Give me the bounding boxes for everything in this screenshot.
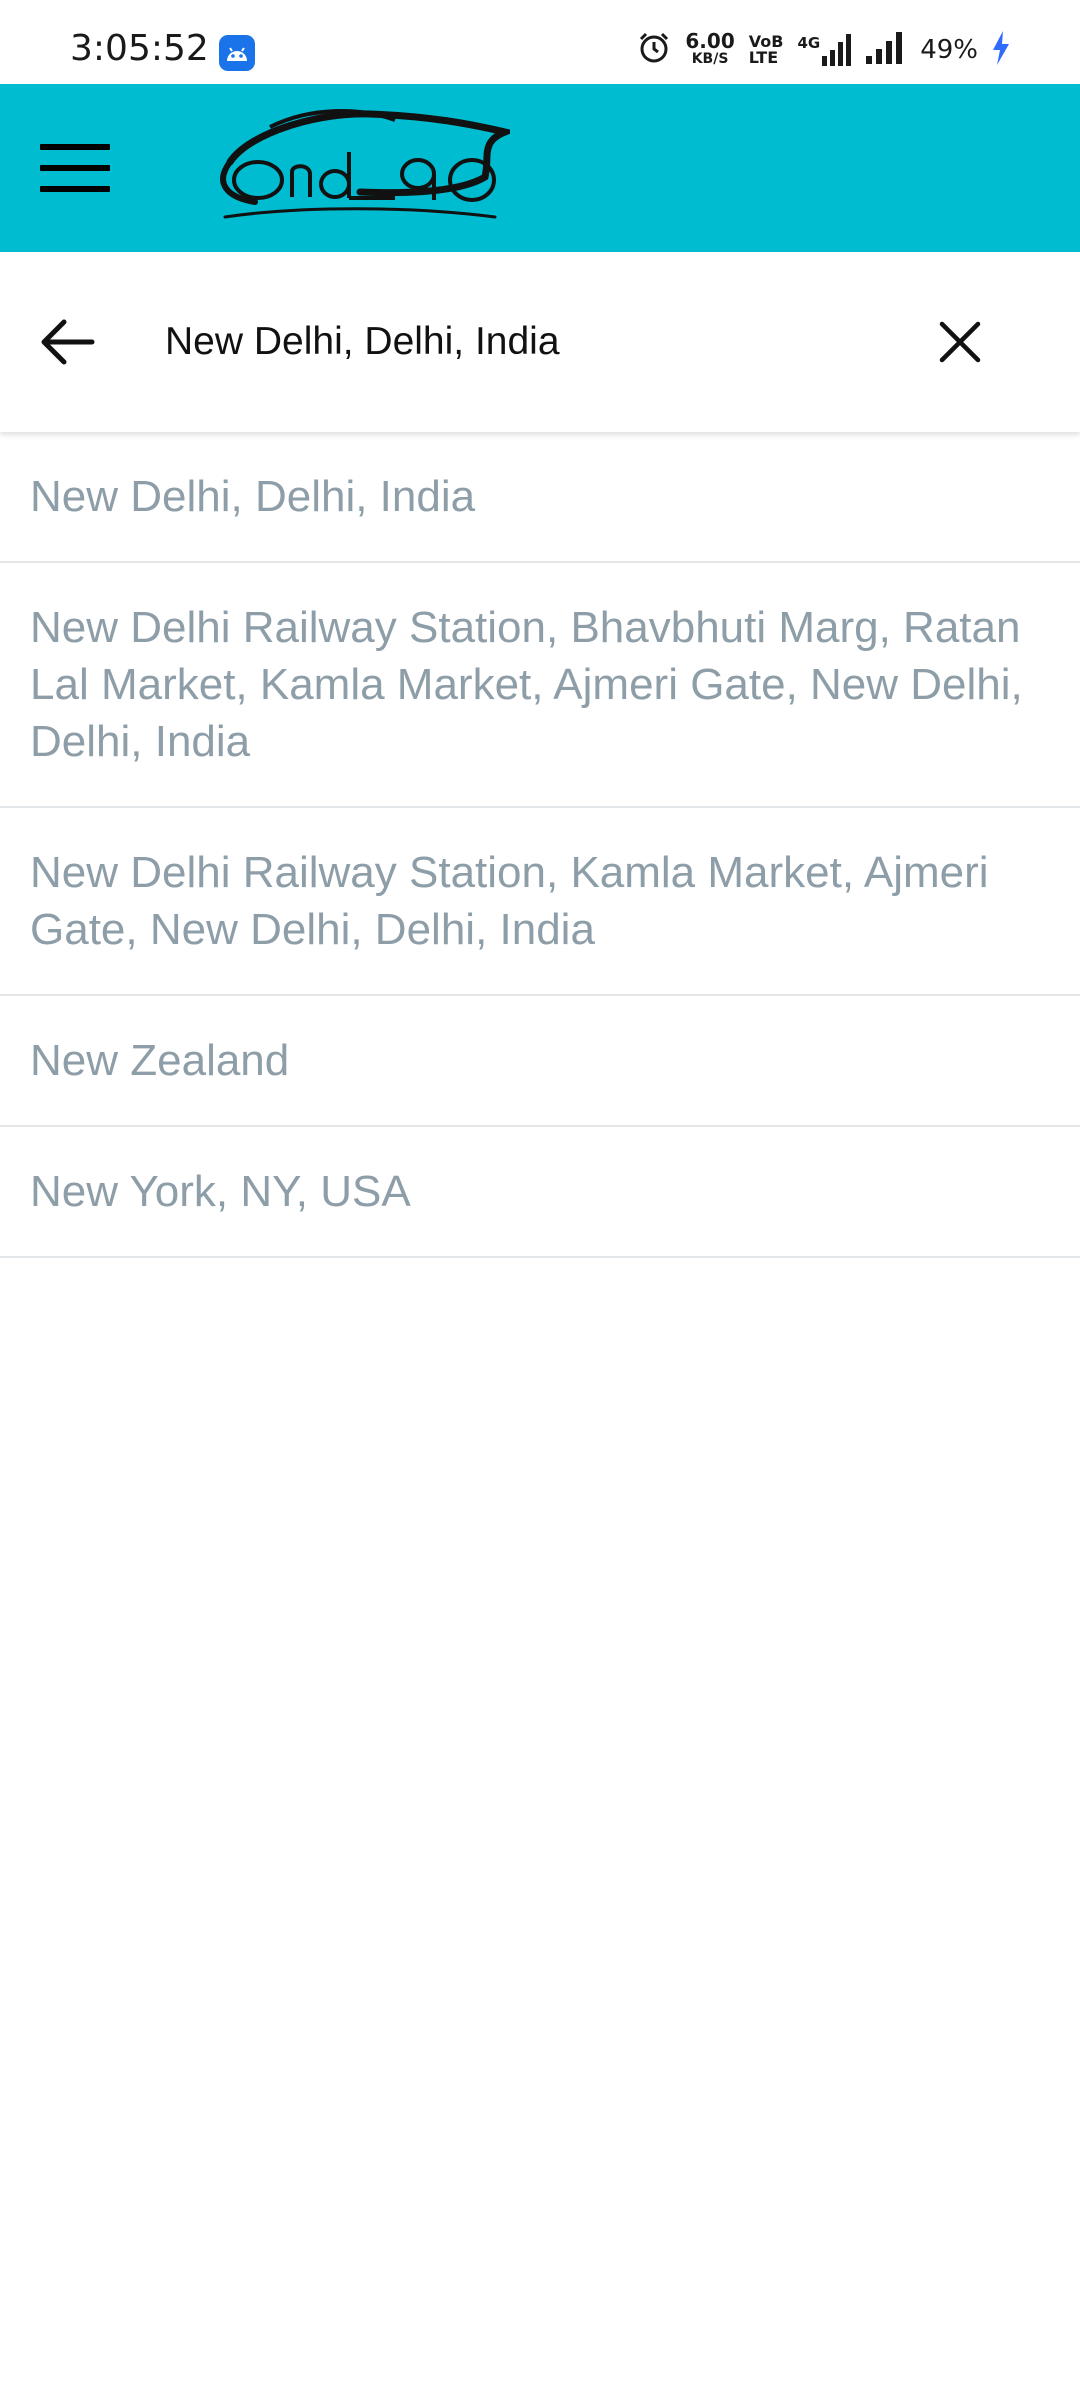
suggestion-item[interactable]: New Zealand bbox=[0, 996, 1080, 1127]
status-icons: 6.00 KB/S VoB LTE 4G 49% bbox=[637, 26, 1010, 74]
arrow-left-icon[interactable] bbox=[36, 310, 100, 374]
suggestion-label: New Delhi, Delhi, India bbox=[30, 472, 476, 521]
battery-level: 49% bbox=[920, 35, 978, 65]
suggestion-list: New Delhi, Delhi, India New Delhi Railwa… bbox=[0, 432, 1080, 1258]
net-speed-value: 6.00 bbox=[685, 29, 735, 53]
net-speed-unit: KB/S bbox=[691, 51, 729, 67]
status-time: 3:05:52 bbox=[70, 28, 209, 69]
hamburger-menu-icon[interactable] bbox=[40, 144, 110, 194]
suggestion-item[interactable]: New Delhi Railway Station, Bhavbhuti Mar… bbox=[0, 563, 1080, 808]
network-label: 4G bbox=[797, 34, 821, 52]
ondgo-logo bbox=[210, 102, 517, 232]
charging-bolt-icon bbox=[992, 31, 1010, 69]
suggestion-label: New Delhi Railway Station, Bhavbhuti Mar… bbox=[30, 603, 1023, 766]
signal-icon bbox=[866, 32, 906, 68]
signal-4g-icon: 4G bbox=[797, 34, 852, 66]
net-speed: 6.00 KB/S bbox=[685, 29, 735, 68]
suggestion-label: New Zealand bbox=[30, 1036, 290, 1085]
suggestion-label: New York, NY, USA bbox=[30, 1167, 411, 1216]
suggestion-item[interactable]: New Delhi, Delhi, India bbox=[0, 432, 1080, 563]
suggestion-label: New Delhi Railway Station, Kamla Market,… bbox=[30, 848, 989, 954]
close-icon[interactable] bbox=[930, 312, 990, 372]
suggestion-item[interactable]: New York, NY, USA bbox=[0, 1127, 1080, 1258]
search-input[interactable] bbox=[165, 310, 865, 374]
search-bar bbox=[0, 252, 1080, 432]
suggestion-item[interactable]: New Delhi Railway Station, Kamla Market,… bbox=[0, 808, 1080, 996]
status-bar: 3:05:52 6.00 KB/S VoB LTE 4G 49% bbox=[0, 0, 1080, 84]
volte-indicator: VoB LTE bbox=[749, 34, 784, 66]
alarm-icon bbox=[637, 31, 671, 69]
volte-bottom: LTE bbox=[748, 48, 779, 67]
app-bar bbox=[0, 84, 1080, 252]
android-notification-icon bbox=[219, 35, 255, 71]
